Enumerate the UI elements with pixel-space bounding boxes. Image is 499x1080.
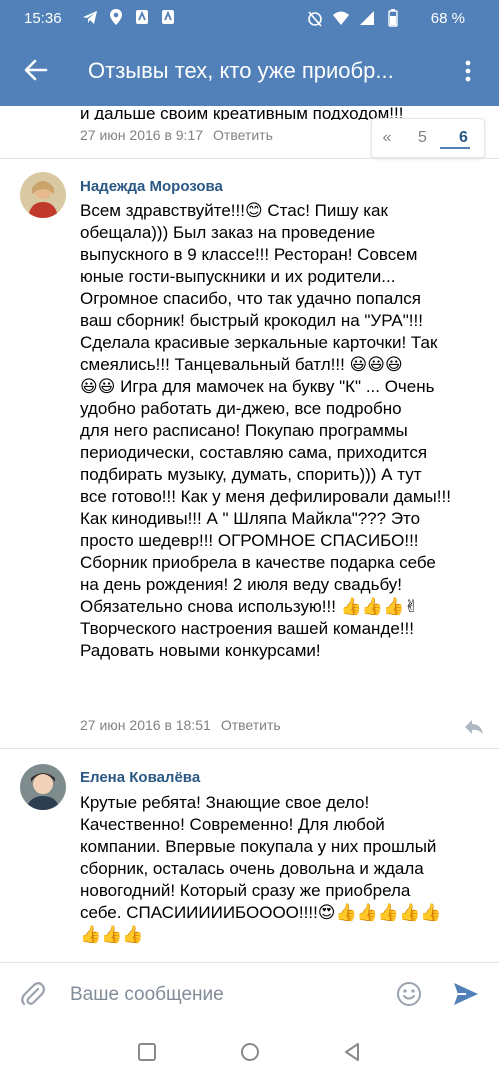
send-icon[interactable] (452, 981, 480, 1007)
app-notification-icon-2 (160, 8, 176, 26)
battery-percent: 68 % (430, 10, 465, 27)
app-bar: Отзывы тех, кто уже приобр... (0, 38, 499, 106)
comment-date: 27 июн 2016 в 18:51 (80, 717, 211, 733)
signal-icon (359, 9, 375, 27)
alarm-off-icon (307, 9, 323, 27)
comment-author[interactable]: Надежда Морозова (80, 178, 223, 195)
previous-comment-text: и дальше своим креативным подходом!!! (80, 104, 404, 120)
comment-text: Всем здравствуйте!!!😊 Стас! Пишу как обе… (80, 201, 451, 660)
pagination: « 5 6 (371, 118, 485, 158)
more-vertical-icon[interactable] (462, 58, 474, 86)
message-composer: Ваше сообщение (0, 962, 499, 1026)
app-notification-icon (134, 8, 150, 26)
comment-author[interactable]: Елена Ковалёва (80, 769, 200, 786)
avatar[interactable] (20, 764, 66, 810)
pagination-page-5[interactable]: 5 (402, 129, 443, 147)
status-left-icons (82, 8, 176, 26)
divider (0, 158, 499, 159)
comment-date: 27 июн 2016 в 9:17 (80, 127, 204, 143)
previous-comment-meta: 27 июн 2016 в 9:17 Ответить (80, 127, 273, 143)
back-arrow-icon[interactable] (22, 56, 50, 84)
reply-arrow-icon[interactable] (463, 718, 485, 736)
comment-meta: 27 июн 2016 в 18:51 Ответить (80, 717, 281, 733)
pagination-page-6[interactable]: 6 (443, 129, 484, 147)
status-bar: 15:36 68 % (0, 0, 499, 38)
location-pin-icon (108, 8, 124, 26)
message-input[interactable]: Ваше сообщение (70, 984, 224, 1006)
divider (0, 748, 499, 749)
system-nav-bar (0, 1026, 499, 1080)
pagination-prev[interactable]: « (372, 129, 402, 147)
wifi-icon (333, 9, 349, 27)
reply-link[interactable]: Ответить (213, 127, 273, 143)
avatar[interactable] (20, 172, 66, 218)
comment-text: Крутые ребята! Знающие свое дело! Качест… (80, 793, 442, 944)
active-page-indicator (440, 147, 470, 149)
battery-icon (385, 9, 401, 27)
telegram-icon (82, 8, 98, 26)
nav-circle-icon[interactable] (240, 1042, 260, 1062)
status-right-icons (307, 9, 401, 27)
attach-icon[interactable] (20, 981, 46, 1009)
status-time: 15:36 (24, 10, 62, 27)
page-title: Отзывы тех, кто уже приобр... (88, 58, 394, 83)
nav-square-icon[interactable] (137, 1042, 157, 1062)
emoji-icon[interactable] (396, 981, 422, 1007)
nav-back-triangle-icon[interactable] (342, 1042, 362, 1062)
reply-link[interactable]: Ответить (221, 717, 281, 733)
